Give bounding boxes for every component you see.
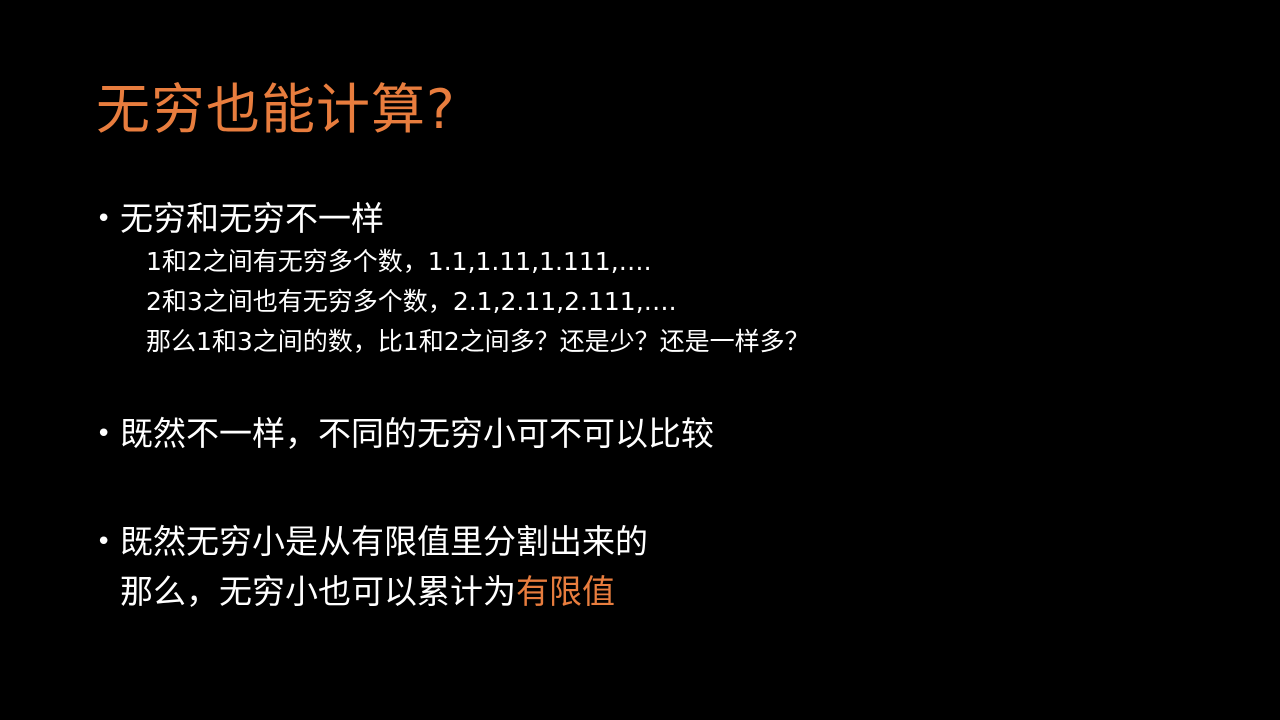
sub-line-2: 2和3之间也有无穷多个数，2.1,2.11,2.111,…. [146,287,677,316]
slide-title: 无穷也能计算? [96,78,456,141]
bullet-continuation: 那么，无穷小也可以累计为有限值 [120,572,615,612]
sub-line-1: 1和2之间有无穷多个数，1.1,1.11,1.111,…. [146,247,652,276]
bullet-dot: • [96,527,112,557]
bullet-item-2: • 既然不一样，不同的无穷小可不可以比较 [96,414,714,454]
slide: 无穷也能计算? • 无穷和无穷不一样 1和2之间有无穷多个数，1.1,1.11,1… [0,0,1280,720]
bullet-item-1: • 无穷和无穷不一样 [96,199,384,239]
sub-line-3: 那么1和3之间的数，比1和2之间多？还是少？还是一样多？ [146,327,810,356]
bullet-dot: • [96,204,112,234]
bullet-text: 既然无穷小是从有限值里分割出来的 [120,522,648,561]
continuation-text: 那么，无穷小也可以累计为 [120,572,516,611]
bullet-dot: • [96,419,112,449]
highlight-text: 有限值 [516,572,615,611]
bullet-text: 既然不一样，不同的无穷小可不可以比较 [120,414,714,453]
bullet-item-3: • 既然无穷小是从有限值里分割出来的 [96,522,648,562]
bullet-text: 无穷和无穷不一样 [120,199,384,238]
